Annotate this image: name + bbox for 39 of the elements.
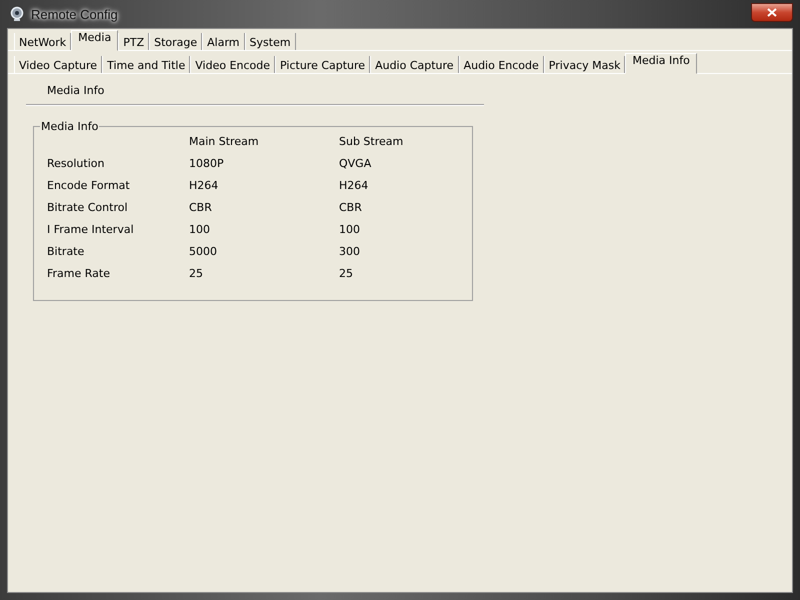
value-text: CBR <box>189 200 213 214</box>
tab[interactable]: PTZ <box>118 33 150 50</box>
value-text: 100 <box>339 222 361 236</box>
value-text: H264 <box>339 178 370 192</box>
tab[interactable]: Privacy Mask <box>544 56 626 73</box>
tab[interactable]: Picture Capture <box>275 56 370 73</box>
column-header: Main Stream <box>189 134 260 148</box>
row-label: Bitrate <box>47 244 86 258</box>
tab[interactable]: Storage <box>149 33 202 50</box>
tab[interactable]: Media Info <box>625 53 697 74</box>
row-label: Bitrate Control <box>47 200 129 214</box>
close-icon <box>767 8 777 16</box>
value-text: 25 <box>339 266 354 280</box>
tab[interactable]: Media <box>71 30 118 51</box>
value-text: 1080P <box>189 156 225 170</box>
tab[interactable]: Time and Title <box>102 56 190 73</box>
row-label: Resolution <box>47 156 106 170</box>
tab[interactable]: Audio Capture <box>370 56 459 73</box>
value-text: CBR <box>339 200 363 214</box>
column-header: Sub Stream <box>339 134 404 148</box>
close-button[interactable] <box>751 2 793 22</box>
group-title: Media Info <box>40 120 100 133</box>
tab[interactable]: Alarm <box>202 33 245 50</box>
value-text: 100 <box>189 222 211 236</box>
row-label: Encode Format <box>47 178 131 192</box>
value-text: H264 <box>189 178 220 192</box>
tab[interactable]: NetWork <box>14 33 72 50</box>
webcam-icon <box>9 6 25 22</box>
tab[interactable]: Video Encode <box>190 56 276 73</box>
value-text: 300 <box>339 244 361 258</box>
value-text: 25 <box>189 266 204 280</box>
row-label: I Frame Interval <box>47 222 135 236</box>
value-text: 5000 <box>189 244 218 258</box>
tab[interactable]: Video Capture <box>14 56 102 73</box>
tab[interactable]: System <box>244 33 296 50</box>
value-text: QVGA <box>339 156 372 170</box>
tab[interactable]: Audio Encode <box>458 56 544 73</box>
row-label: Frame Rate <box>47 266 111 280</box>
section-title: Media Info <box>46 84 106 99</box>
